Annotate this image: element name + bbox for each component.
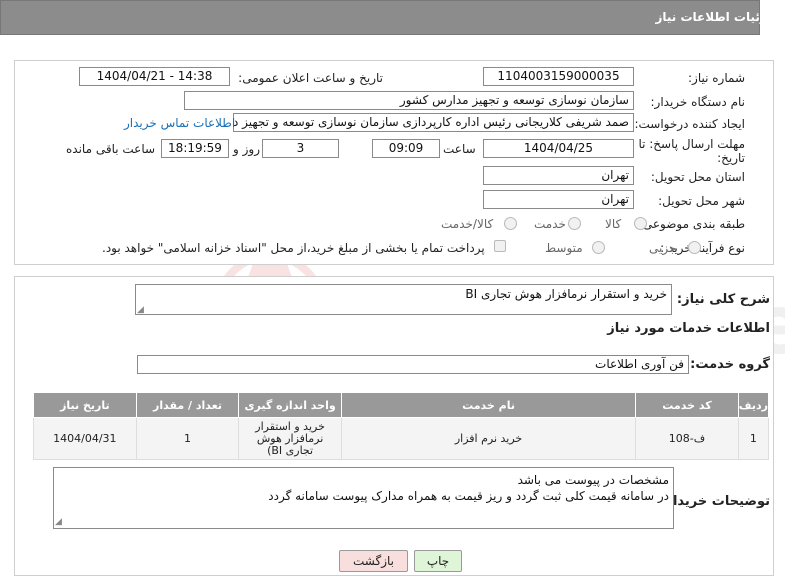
page-title: جزئیات اطلاعات نیاز (655, 10, 776, 24)
need-number-field: 1104003159000035 (483, 67, 634, 86)
category-radio-service[interactable] (568, 217, 581, 230)
summary-text: خرید و استقرار نرمافزار هوش تجاری BI (465, 287, 667, 301)
treasury-checkbox[interactable] (494, 240, 506, 252)
buyer-contact-link[interactable]: اطلاعات تماس خریدار (124, 116, 235, 130)
buyer-notes-line1: مشخصات در پیوست می باشد (517, 473, 669, 487)
cell-qty: 1 (135, 417, 240, 460)
service-group-field: فن آوری اطلاعات (137, 355, 689, 374)
col-name-header: نام خدمت (340, 392, 637, 418)
cell-row: 1 (737, 417, 770, 460)
purchase-option-medium: متوسط (545, 241, 583, 255)
city-label: شهر محل تحویل: (658, 194, 745, 208)
deadline-label: مهلت ارسال پاسخ: تا (638, 137, 745, 151)
page-header: جزئیات اطلاعات نیاز (0, 0, 776, 35)
cell-unit: خرید و استقرار نرمافزار هوش تجاری BI) (238, 417, 342, 460)
cell-unit-text: خرید و استقرار نرمافزار هوش تجاری BI) (255, 419, 325, 457)
print-button[interactable]: چاپ (414, 550, 462, 572)
category-label: طبقه بندی موضوعی: (638, 217, 745, 231)
cell-code: ف-108 (635, 417, 739, 460)
buyer-notes-field: مشخصات در پیوست می باشد در سامانه قیمت ک… (53, 467, 674, 529)
need-number-label: شماره نیاز: (688, 71, 745, 85)
deadline-date-field: 1404/04/25 (483, 139, 634, 158)
category-option-goods: کالا (605, 217, 622, 231)
buyer-org-label: نام دستگاه خریدار: (650, 95, 746, 109)
services-table: تاریخ نیاز تعداد / مقدار واحد اندازه گیر… (33, 392, 770, 460)
days-remaining-field: 3 (262, 139, 339, 158)
announce-date-label: تاریخ و ساعت اعلان عمومی: (238, 71, 383, 85)
category-option-service: خدمت (534, 217, 566, 231)
col-unit-header: واحد اندازه گیری (238, 392, 342, 418)
days-label: روز و (233, 142, 260, 156)
purchase-radio-medium[interactable] (592, 241, 605, 254)
category-radio-goods-service[interactable] (504, 217, 517, 230)
time-remaining-field: 18:19:59 (161, 139, 229, 158)
buyer-notes-line2: در سامانه قیمت کلی ثبت گردد و ریز قیمت ب… (268, 489, 669, 503)
time-remaining-label: ساعت باقی مانده (66, 142, 156, 156)
cell-name: خرید نرم افزار (340, 417, 637, 460)
back-button[interactable]: بازگشت (339, 550, 408, 572)
category-radio-goods[interactable] (634, 217, 647, 230)
treasury-note: پرداخت تمام یا بخشی از مبلغ خرید،از محل … (102, 241, 485, 255)
buyer-notes-label: توضیحات خریدار: (660, 494, 770, 509)
buyer-org-field: سازمان نوسازی توسعه و تجهیز مدارس کشور (184, 91, 634, 110)
announce-date-field: 1404/04/21 - 14:38 (79, 67, 230, 86)
deadline-time-label: ساعت (443, 142, 476, 156)
province-label: استان محل تحویل: (650, 170, 745, 184)
category-option-goods-service: کالا/خدمت (441, 217, 494, 231)
col-code-header: کد خدمت (635, 392, 739, 418)
summary-label: شرح کلی نیاز: (676, 292, 770, 307)
province-field: تهران (483, 166, 634, 185)
notes-resize-grip-icon[interactable]: ◢ (55, 517, 62, 527)
table-header-row: تاریخ نیاز تعداد / مقدار واحد اندازه گیر… (33, 392, 770, 418)
table-row: 1404/04/31 1 خرید و استقرار نرمافزار هوش… (33, 417, 770, 460)
creator-field: صمد شریفی کلاریجانی رئیس اداره کارپردازی… (233, 113, 634, 132)
deadline-time-field: 09:09 (372, 139, 440, 158)
services-title: اطلاعات خدمات مورد نیاز (607, 321, 770, 336)
col-date-header: تاریخ نیاز (33, 392, 137, 418)
service-group-label: گروه خدمت: (690, 357, 770, 372)
purchase-option-minor: جزیی (649, 241, 677, 255)
city-field: تهران (483, 190, 634, 209)
summary-field: خرید و استقرار نرمافزار هوش تجاری BI (135, 284, 672, 315)
creator-label: ایجاد کننده درخواست: (634, 117, 745, 131)
deadline-date-caption: تاریخ: (717, 151, 745, 165)
cell-date: 1404/04/31 (33, 417, 137, 460)
purchase-radio-minor[interactable] (688, 241, 701, 254)
col-qty-header: تعداد / مقدار (135, 392, 240, 418)
col-row-header: ردیف (737, 392, 770, 418)
resize-grip-icon[interactable]: ◢ (137, 305, 144, 315)
